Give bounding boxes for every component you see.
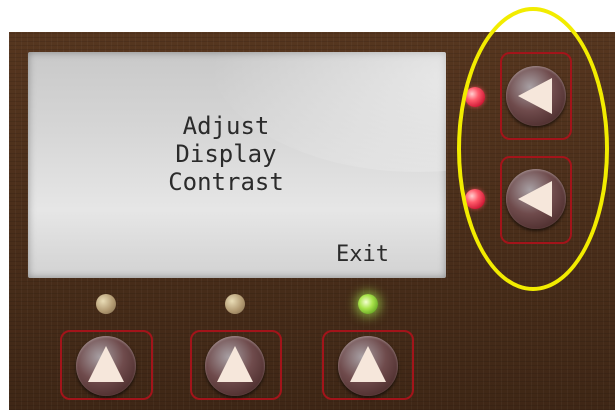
bottom-button-2[interactable] (205, 336, 265, 396)
bottom-button-3[interactable] (338, 336, 398, 396)
message-line-2: Display (175, 140, 277, 168)
lcd-screen: Adjust Display Contrast Exit ▲ ▼ (28, 52, 446, 278)
screen-message: Adjust Display Contrast (146, 112, 306, 196)
triangle-up-icon (88, 346, 124, 382)
bottom-led-3 (358, 294, 378, 314)
bottom-button-1[interactable] (76, 336, 136, 396)
triangle-up-icon (350, 346, 386, 382)
highlight-ellipse (457, 7, 609, 291)
bottom-led-2 (225, 294, 245, 314)
bottom-led-1 (96, 294, 116, 314)
message-line-3: Contrast (168, 168, 284, 196)
message-line-1: Adjust (182, 112, 270, 140)
triangle-up-icon (217, 346, 253, 382)
exit-softkey-label: Exit (336, 242, 389, 267)
